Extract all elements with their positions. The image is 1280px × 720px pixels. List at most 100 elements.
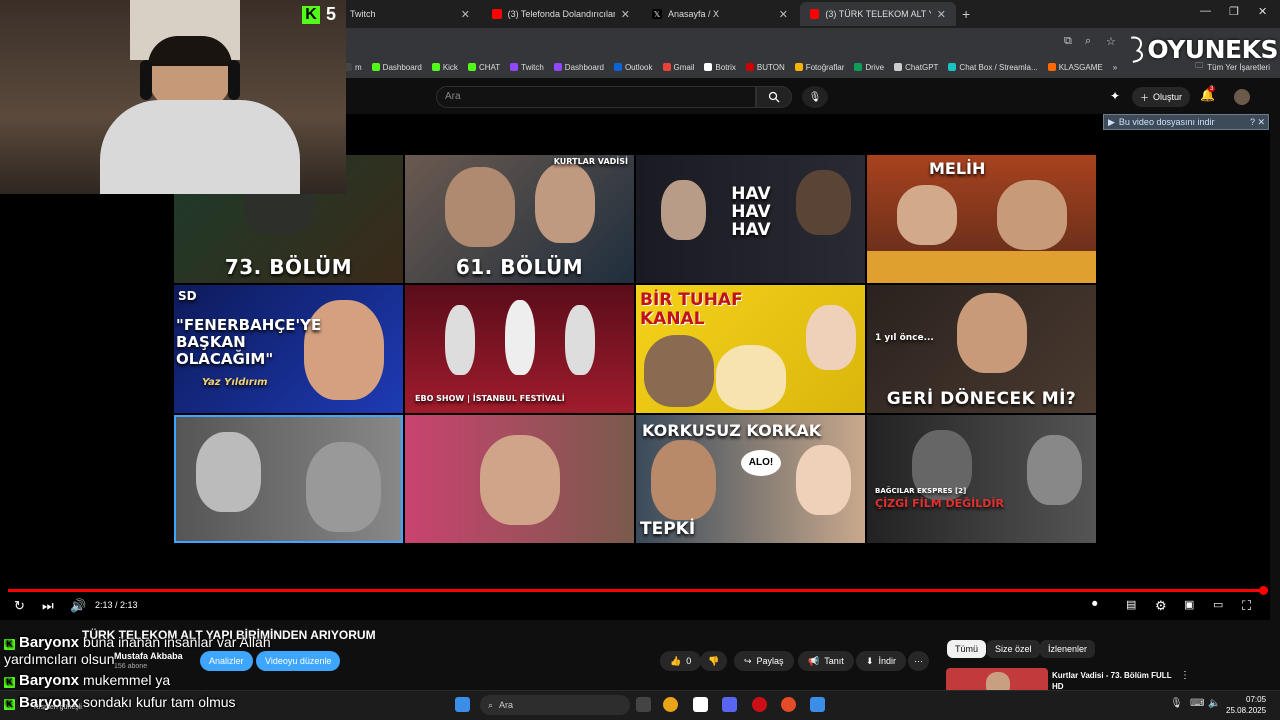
close-icon[interactable]: ✕ [621, 8, 630, 21]
thumb-caption: 61. BÖLÜM [455, 255, 584, 279]
speaker-icon[interactable]: 🔈 [1208, 698, 1220, 709]
chip-watched[interactable]: İzlenenler [1040, 640, 1096, 658]
recommended-title[interactable]: Kurtlar Vadisi - 73. Bölüm FULL HD [1052, 670, 1176, 692]
next-icon[interactable]: ⏭ [42, 598, 54, 614]
bookmark-label: Twitch [521, 62, 544, 72]
close-icon[interactable]: ✕ [461, 8, 470, 21]
taskbar-search[interactable]: ⌕ Ara [480, 695, 630, 715]
bookmark-item[interactable]: ChatGPT [894, 63, 938, 72]
autoplay-toggle[interactable]: ⏺ [1092, 598, 1098, 611]
endscreen-video[interactable]: EBO SHOW | İSTANBUL FESTİVALİ [405, 285, 634, 413]
bookmark-item[interactable]: Dashboard [371, 63, 422, 72]
endscreen-video[interactable]: MELİH [867, 155, 1096, 283]
app-icon[interactable] [693, 697, 708, 712]
download-button[interactable]: ⬇ İndir [856, 651, 907, 671]
endscreen-video[interactable]: BAĞCILAR EKSPRES [2] ÇİZGİ FİLM DEĞİLDİR [867, 415, 1096, 543]
subtitles-icon[interactable]: ▤ [1126, 598, 1136, 611]
zoom-icon[interactable]: ⌕ [1085, 35, 1091, 48]
endscreen-video[interactable]: BİR TUHAF KANAL [636, 285, 865, 413]
help-icon[interactable]: ? ✕ [1250, 117, 1268, 128]
star-icon[interactable]: ☆ [1106, 35, 1116, 48]
tab-active-video[interactable]: (3) TÜRK TELEKOM ALT YAPI Bİ ✕ [800, 2, 956, 26]
search-button[interactable] [756, 86, 792, 108]
bookmark-item[interactable]: KLASGAME [1047, 63, 1103, 72]
create-button[interactable]: ＋ Oluştur [1132, 87, 1191, 107]
cast-icon[interactable]: ⧉ [1064, 35, 1072, 48]
network-icon[interactable]: ⌨ [1190, 698, 1204, 709]
bookmark-item[interactable]: Dashboard [553, 63, 604, 72]
settings-app-icon[interactable] [810, 697, 825, 712]
bookmark-item[interactable]: Kick [431, 63, 458, 72]
tab-twitch[interactable]: Twitch ✕ [340, 2, 480, 26]
edit-video-button[interactable]: Videoyu düzenle [256, 651, 341, 671]
bookmark-label: Chat Box / Streamla... [959, 62, 1038, 72]
endscreen-video[interactable]: KORKUSUZ KORKAK ALO! TEPKİ [636, 415, 865, 543]
bookmark-item[interactable]: CHAT [467, 63, 500, 72]
app-red-icon[interactable] [781, 697, 796, 712]
close-icon[interactable]: ✕ [937, 8, 946, 21]
discord-icon[interactable] [722, 697, 737, 712]
endscreen-video[interactable]: KURTLAR VADİSİ 61. BÖLÜM [405, 155, 634, 283]
endscreen-video[interactable]: HAV HAV HAV [636, 155, 865, 283]
new-tab-button[interactable]: + [962, 6, 970, 22]
promote-button[interactable]: 📢 Tanıt [798, 651, 854, 671]
thumb-tag: SD [178, 289, 197, 303]
progress-bar[interactable] [8, 589, 1264, 592]
chrome-icon[interactable] [663, 697, 678, 712]
volume-icon[interactable]: 🔊 [70, 598, 86, 614]
thumb-caption: "FENERBAHÇE'YE BAŞKAN OLACAĞIM" [176, 316, 322, 368]
close-icon[interactable]: ✕ [779, 8, 788, 21]
sparkle-icon[interactable]: ✦ [1110, 89, 1120, 103]
chip-for-you[interactable]: Size özel [987, 640, 1040, 658]
bookmark-item[interactable]: Gmail [662, 63, 694, 72]
microphone-icon[interactable]: 🎙 [1170, 698, 1183, 709]
speech-bubble: ALO! [741, 450, 781, 476]
settings-gear-icon[interactable]: ⚙ [1155, 598, 1167, 614]
progress-scrubber[interactable] [1259, 586, 1268, 595]
obs-icon[interactable] [636, 697, 651, 712]
taskbar-search-label: Ara [499, 700, 514, 710]
bookmark-item[interactable]: Botrix [704, 63, 736, 72]
theater-icon[interactable]: ▭ [1213, 598, 1223, 611]
bookmark-label: m [355, 62, 362, 72]
tab-telefonda[interactable]: (3) Telefonda Dolandırıcılara Eş ✕ [482, 2, 640, 26]
bookmark-item[interactable]: Drive [854, 63, 884, 72]
miniplayer-icon[interactable]: ▣ [1184, 598, 1194, 611]
more-actions-button[interactable]: ⋯ [908, 651, 929, 671]
tab-x[interactable]: 𝕏 Anasayfa / X ✕ [642, 2, 798, 26]
replay-icon[interactable]: ↻ [14, 598, 25, 614]
dislike-button[interactable]: 👎 [700, 651, 728, 671]
endscreen-video[interactable]: 1 yıl önce... GERİ DÖNECEK Mİ? [867, 285, 1096, 413]
bookmark-item[interactable]: BUTON [745, 63, 785, 72]
chip-all[interactable]: Tümü [947, 640, 987, 658]
kebab-menu-icon[interactable]: ⋮ [1180, 670, 1190, 681]
bookmark-item[interactable]: Fotoğraflar [794, 63, 844, 72]
weather-widget[interactable]: Kısmen güneşli [34, 704, 82, 711]
thumb-caption: 73. BÖLÜM [224, 255, 353, 279]
bookmarks-overflow-button[interactable]: » [1113, 63, 1117, 72]
minimize-icon[interactable]: — [1200, 5, 1211, 17]
bookmark-item[interactable]: Twitch [510, 63, 544, 72]
analytics-button[interactable]: Analizler [200, 651, 253, 671]
download-video-bar[interactable]: ▶ Bu video dosyasını indir ? ✕ [1103, 114, 1269, 130]
channel-name[interactable]: Mustafa Akbaba [114, 651, 183, 661]
clock[interactable]: 07:05 25.08.2025 [1226, 694, 1266, 716]
bookmark-item[interactable]: Outlook [613, 63, 653, 72]
opera-icon[interactable] [752, 697, 767, 712]
fullscreen-icon[interactable]: ⛶ [1242, 598, 1251, 614]
search-input[interactable]: Ara [436, 86, 756, 108]
window-close-icon[interactable]: ✕ [1258, 5, 1267, 18]
recommended-thumbnail[interactable] [946, 668, 1048, 690]
share-button[interactable]: ↪ Paylaş [734, 651, 794, 671]
endscreen-video[interactable]: SD "FENERBAHÇE'YE BAŞKAN OLACAĞIM" Yaz Y… [174, 285, 403, 413]
endscreen-video[interactable] [405, 415, 634, 543]
windows-start-icon[interactable] [455, 697, 470, 712]
chat-message: K Baryonx buna inanan insanlar var Allah [4, 634, 271, 651]
restore-icon[interactable]: ❐ [1229, 5, 1239, 18]
endscreen-video[interactable] [174, 415, 403, 543]
like-button[interactable]: 👍 0 [660, 651, 702, 671]
bookmark-item[interactable]: m [344, 63, 362, 72]
bookmark-item[interactable]: Chat Box / Streamla... [948, 62, 1038, 72]
avatar[interactable] [1234, 89, 1250, 105]
voice-search-button[interactable]: 🎙 [802, 86, 828, 108]
